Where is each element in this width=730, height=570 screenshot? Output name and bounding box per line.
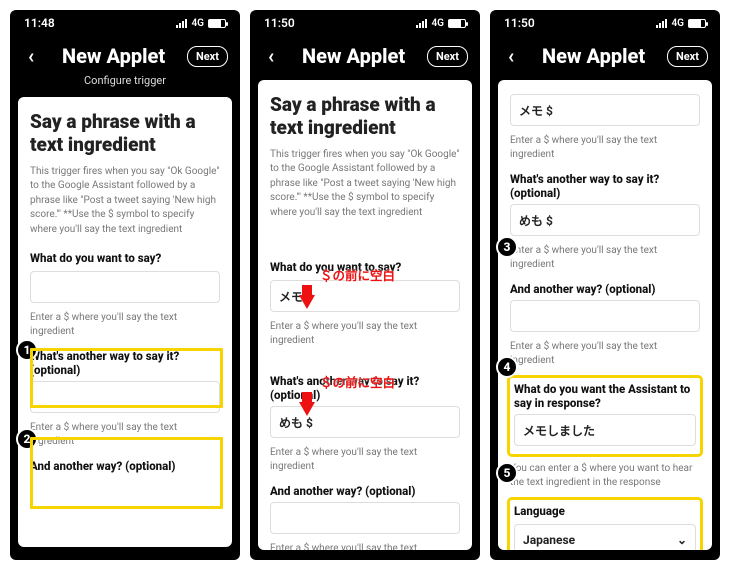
q2-input[interactable]: めも $ <box>270 406 460 438</box>
q3-hint: Enter a $ where you'll say the text ingr… <box>510 340 700 368</box>
phone-screen-2: 11:50 4G ‹ New Applet Next Say a phrase … <box>250 10 480 560</box>
phone-screen-3: 11:50 4G ‹ New Applet Next メモ $ Enter a … <box>490 10 720 560</box>
q2-label: What's another way to say it? (optional) <box>30 349 220 377</box>
q1-label: What do you want to say? <box>270 260 460 274</box>
q1-input-scrolled[interactable]: メモ $ <box>510 94 700 126</box>
q3-label: And another way? (optional) <box>270 484 460 498</box>
q3-input[interactable] <box>510 300 700 332</box>
q1-label: What do you want to say? <box>30 251 220 265</box>
next-button[interactable]: Next <box>667 46 708 67</box>
appbar-title: New Applet <box>62 44 165 68</box>
annotation-highlight-4: What do you want the Assistant to say in… <box>510 378 700 454</box>
q3-label: And another way? (optional) <box>30 459 220 473</box>
q1-input[interactable] <box>30 271 220 303</box>
q2-label: What's another way to say it? (optional) <box>270 374 460 402</box>
next-button[interactable]: Next <box>187 46 228 67</box>
q4-label: What do you want the Assistant to say in… <box>514 382 696 410</box>
network-label: 4G <box>191 18 204 29</box>
q2-input[interactable] <box>30 381 220 413</box>
chevron-down-icon: ⌄ <box>677 533 687 547</box>
q3-input[interactable] <box>270 502 460 534</box>
q2-input[interactable]: めも $ <box>510 204 700 236</box>
app-bar: ‹ New Applet Next <box>250 36 480 74</box>
annotation-highlight-5: Language Japanese ⌄ <box>510 500 700 550</box>
q4-input[interactable]: メモしました <box>514 414 696 446</box>
page-heading: Say a phrase with a text ingredient <box>270 94 460 140</box>
q2-hint: Enter a $ where you'll say the text ingr… <box>270 446 460 474</box>
language-value: Japanese <box>523 533 575 547</box>
q1-hint: Enter a $ where you'll say the text ingr… <box>270 320 460 348</box>
clock: 11:50 <box>264 16 295 30</box>
appbar-title: New Applet <box>542 44 645 68</box>
content-card: Say a phrase with a text ingredient This… <box>258 80 472 550</box>
clock: 11:50 <box>504 16 535 30</box>
battery-icon <box>448 19 466 28</box>
content-card: メモ $ Enter a $ where you'll say the text… <box>498 80 712 550</box>
q2-hint: Enter a $ where you'll say the text ingr… <box>30 421 220 449</box>
q2-hint: Enter a $ where you'll say the text ingr… <box>510 244 700 272</box>
question-1: What do you want to say? <box>30 251 220 303</box>
app-bar: ‹ New Applet Next <box>490 36 720 74</box>
battery-icon <box>688 19 706 28</box>
q5-label: Language <box>514 504 696 518</box>
q1-input[interactable]: メモ $ <box>270 280 460 312</box>
status-bar: 11:48 4G <box>10 10 240 36</box>
page-description: This trigger fires when you say "Ok Goog… <box>270 148 460 221</box>
back-button[interactable]: ‹ <box>262 42 280 70</box>
next-button[interactable]: Next <box>427 46 468 67</box>
network-label: 4G <box>431 18 444 29</box>
phone-screen-1: 11:48 4G ‹ New Applet Next Configure tri… <box>10 10 240 560</box>
back-button[interactable]: ‹ <box>502 42 520 70</box>
status-bar: 11:50 4G <box>250 10 480 36</box>
status-right: 4G <box>176 18 226 29</box>
language-select[interactable]: Japanese ⌄ <box>514 524 696 550</box>
page-description: This trigger fires when you say "Ok Goog… <box>30 165 220 238</box>
content-card: Say a phrase with a text ingredient This… <box>18 97 232 547</box>
signal-icon <box>176 19 187 28</box>
q2-label: What's another way to say it? (optional) <box>510 172 700 200</box>
page-heading: Say a phrase with a text ingredient <box>30 111 220 157</box>
q4-hint: You can enter a $ where you want to hear… <box>510 462 700 490</box>
appbar-title: New Applet <box>302 44 405 68</box>
appbar-subtitle: Configure trigger <box>10 74 240 87</box>
signal-icon <box>656 19 667 28</box>
question-2: What's another way to say it? (optional) <box>30 349 220 413</box>
status-bar: 11:50 4G <box>490 10 720 36</box>
q3-hint: Enter a $ where you'll say the text ingr… <box>270 542 460 550</box>
network-label: 4G <box>671 18 684 29</box>
signal-icon <box>416 19 427 28</box>
q1-hint-scrolled: Enter a $ where you'll say the text ingr… <box>510 134 700 162</box>
back-button[interactable]: ‹ <box>22 42 40 70</box>
status-right: 4G <box>656 18 706 29</box>
q1-hint: Enter a $ where you'll say the text ingr… <box>30 311 220 339</box>
app-bar: ‹ New Applet Next <box>10 36 240 74</box>
status-right: 4G <box>416 18 466 29</box>
clock: 11:48 <box>24 16 55 30</box>
battery-icon <box>208 19 226 28</box>
q3-label: And another way? (optional) <box>510 282 700 296</box>
